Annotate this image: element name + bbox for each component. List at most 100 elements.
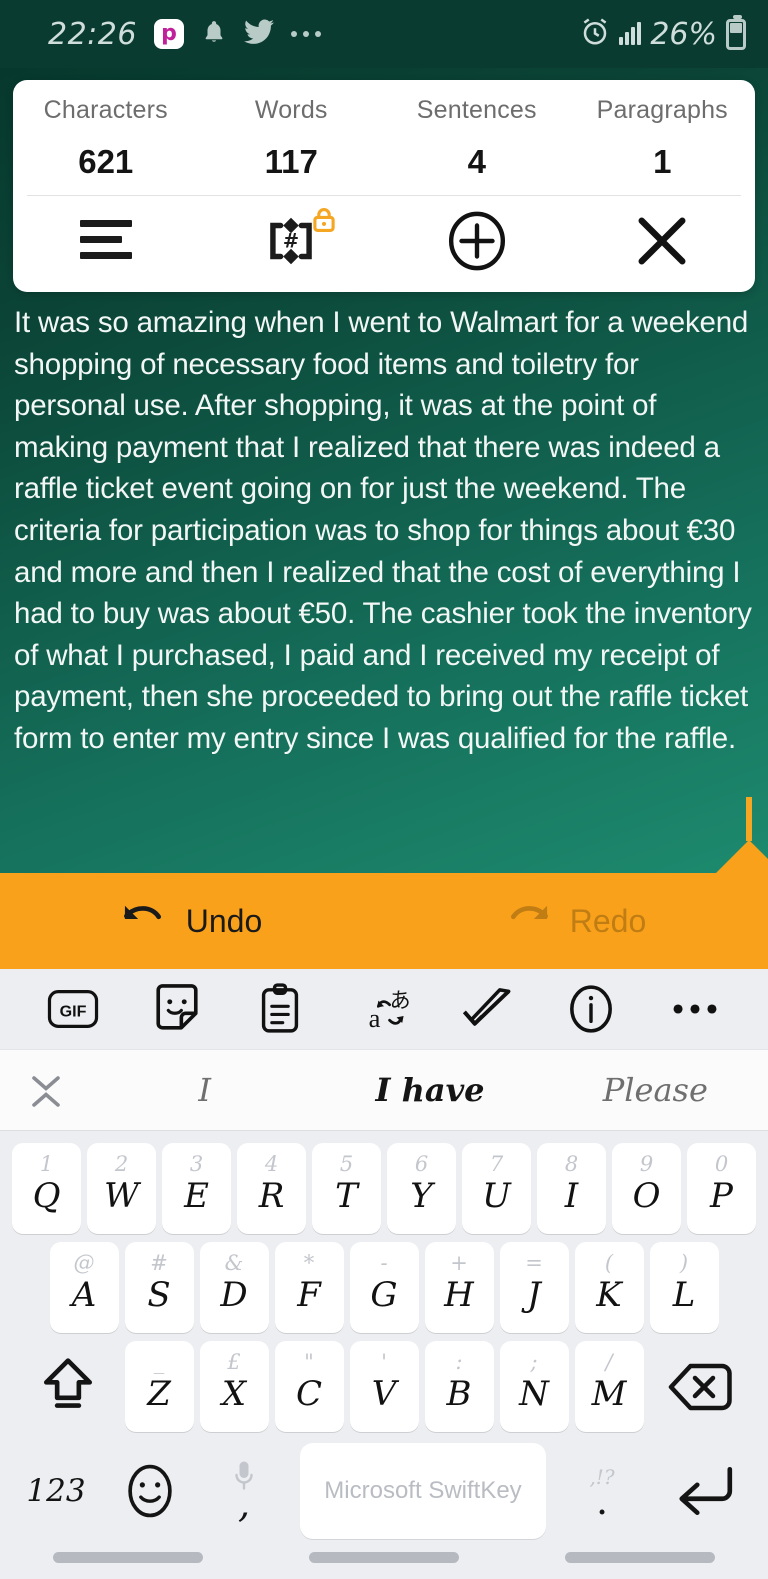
close-button[interactable] — [570, 196, 756, 291]
info-button[interactable] — [560, 978, 622, 1040]
key-label: G — [370, 1274, 398, 1315]
undo-redo-bar: Undo Redo — [0, 873, 768, 969]
numeric-key[interactable]: 123 — [8, 1473, 104, 1509]
key-g[interactable]: -G — [349, 1242, 419, 1333]
key-q[interactable]: 1Q — [12, 1143, 81, 1234]
svg-text:a: a — [369, 1003, 381, 1033]
key-a[interactable]: @ A — [49, 1242, 119, 1333]
stat-paragraphs: Paragraphs 1 — [570, 96, 756, 195]
prediction-candidate-2[interactable]: I have — [317, 1071, 542, 1109]
key-v[interactable]: ' V — [349, 1341, 419, 1432]
text-selection-handle[interactable] — [713, 840, 768, 876]
key-hint: * — [303, 1251, 315, 1275]
redo-button[interactable]: Redo — [384, 873, 768, 969]
key-e[interactable]: 3E — [162, 1143, 231, 1234]
prediction-bar: I I have Please — [0, 1049, 768, 1131]
key-hint: - — [380, 1251, 388, 1275]
alarm-icon — [580, 17, 610, 52]
undo-button[interactable]: Undo — [0, 873, 384, 969]
keyboard-keys: 1Q 2W 3E 4R 5T 6Y 7U 8I 9O 0P @ A # S & D *… — [0, 1131, 768, 1546]
keyboard-toolbar: GIF a あ — [0, 969, 768, 1049]
key-label: H — [444, 1274, 474, 1315]
key-u[interactable]: 7U — [462, 1143, 531, 1234]
add-button[interactable] — [384, 196, 570, 291]
translate-button[interactable]: a あ — [353, 978, 415, 1040]
key-o[interactable]: 9O — [612, 1143, 681, 1234]
prediction-candidate-1[interactable]: I — [92, 1071, 317, 1109]
key-hint: @ — [73, 1251, 95, 1275]
gif-button[interactable]: GIF — [42, 978, 104, 1040]
status-bar-left: 22:26 p — [48, 17, 321, 52]
undo-arrow-icon — [122, 902, 166, 941]
key-d[interactable]: & D — [199, 1242, 269, 1333]
menu-lines-button[interactable] — [13, 196, 199, 291]
period-key[interactable]: ,!? . — [554, 1459, 650, 1523]
key-x[interactable]: £ X — [199, 1341, 269, 1432]
key-s[interactable]: # S — [124, 1242, 194, 1333]
shift-arrow-icon — [43, 1357, 92, 1408]
stat-characters: Characters 621 — [13, 96, 199, 195]
key-hint: 6 — [414, 1152, 429, 1176]
key-m[interactable]: / M — [574, 1341, 644, 1432]
key-l[interactable]: ) L — [649, 1242, 719, 1333]
hashtag-clipboard-button[interactable]: # — [199, 196, 385, 291]
key-hint: £ — [227, 1350, 241, 1374]
status-time: 22:26 — [48, 16, 137, 52]
key-hint: 0 — [714, 1152, 729, 1176]
close-x-icon — [633, 212, 691, 275]
key-hint: 1 — [39, 1152, 54, 1176]
key-t[interactable]: 5T — [312, 1143, 381, 1234]
key-hint: = — [525, 1251, 543, 1275]
redo-arrow-icon — [506, 902, 550, 941]
key-z[interactable]: _ Z — [124, 1341, 194, 1432]
collapse-predictions-button[interactable] — [0, 1069, 92, 1111]
space-key[interactable]: Microsoft SwiftKey — [300, 1443, 546, 1539]
keyboard-more-button[interactable] — [664, 978, 726, 1040]
key-i[interactable]: 8I — [537, 1143, 606, 1234]
nav-pill-center[interactable] — [309, 1552, 459, 1563]
key-n[interactable]: ; N — [499, 1341, 569, 1432]
key-p[interactable]: 0P — [687, 1143, 756, 1234]
nav-pill-left[interactable] — [53, 1552, 203, 1563]
key-w[interactable]: 2W — [87, 1143, 156, 1234]
emoji-key[interactable] — [104, 1460, 196, 1522]
key-j[interactable]: = J — [499, 1242, 569, 1333]
backspace-key[interactable] — [647, 1341, 755, 1432]
stat-label-words: Words — [254, 96, 328, 124]
shift-key[interactable] — [14, 1341, 122, 1432]
key-r[interactable]: 4R — [237, 1143, 306, 1234]
key-label: J — [527, 1274, 541, 1315]
key-hint: 7 — [489, 1152, 504, 1176]
enter-arrow-icon — [679, 1466, 733, 1516]
key-hint: 2 — [114, 1152, 129, 1176]
key-k[interactable]: (K — [574, 1242, 644, 1333]
stats-metrics-row: Characters 621 Words 117 Sentences 4 Par… — [13, 80, 755, 195]
keyboard: GIF a あ I I have Please 1 Q 2 W 3 E 4 R … — [0, 969, 768, 1579]
redo-label: Redo — [569, 902, 647, 939]
spellcheck-icon — [462, 988, 511, 1026]
sticker-button[interactable] — [146, 978, 208, 1040]
stat-label-paragraphs: Paragraphs — [596, 96, 728, 124]
key-label: Q — [32, 1175, 61, 1216]
status-overflow-dots-icon — [290, 31, 321, 37]
nav-pill-right[interactable] — [565, 1552, 715, 1563]
key-c[interactable]: " C — [274, 1341, 344, 1432]
svg-text:#: # — [283, 229, 299, 252]
stat-value-words: 117 — [264, 143, 318, 180]
clipboard-button[interactable] — [249, 978, 311, 1040]
enter-key[interactable] — [650, 1463, 760, 1519]
key-hint: & — [224, 1251, 244, 1275]
key-h[interactable]: + H — [424, 1242, 494, 1333]
key-f[interactable]: * F — [274, 1242, 344, 1333]
emoji-face-icon — [128, 1464, 172, 1518]
comma-key[interactable]: , — [196, 1456, 292, 1526]
spellcheck-button[interactable] — [457, 978, 519, 1040]
key-label: O — [632, 1175, 661, 1216]
key-b[interactable]: :B — [424, 1341, 494, 1432]
key-label: I — [564, 1175, 579, 1216]
prediction-candidate-3[interactable]: Please — [543, 1071, 768, 1109]
key-hint: 4 — [264, 1152, 279, 1176]
chevron-collapse-icon — [32, 1076, 60, 1107]
document-text[interactable]: It was so amazing when I went to Walmart… — [14, 302, 754, 760]
key-y[interactable]: 6Y — [387, 1143, 456, 1234]
